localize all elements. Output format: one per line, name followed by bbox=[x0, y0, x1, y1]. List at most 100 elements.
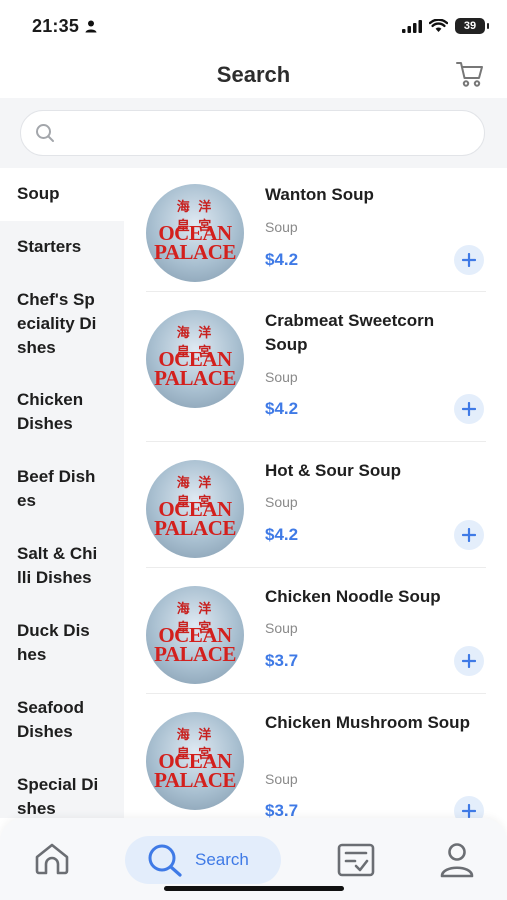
sidebar-item-starters[interactable]: Starters bbox=[0, 221, 124, 274]
plus-icon bbox=[462, 804, 476, 818]
sidebar-item-label: Soup bbox=[17, 184, 60, 203]
battery-icon: 39 bbox=[455, 18, 489, 34]
profile-icon bbox=[440, 843, 474, 878]
sidebar-item-label-line: Dishes bbox=[17, 722, 73, 741]
status-right: 39 bbox=[402, 18, 489, 34]
plus-icon bbox=[462, 528, 476, 542]
status-time: 21:35 bbox=[32, 15, 80, 36]
bottom-nav: Search bbox=[0, 818, 507, 900]
plus-icon bbox=[462, 402, 476, 416]
sidebar-item-label-line: shes bbox=[17, 799, 56, 818]
product-price: $4.2 bbox=[265, 250, 299, 269]
product-price: $4.2 bbox=[265, 525, 299, 544]
logo-brand: OCEAN PALACE bbox=[146, 751, 244, 791]
add-to-cart-button[interactable] bbox=[454, 646, 484, 676]
home-icon bbox=[35, 843, 69, 875]
logo-seal-text: 海 洋 bbox=[176, 728, 214, 743]
search-input[interactable] bbox=[63, 124, 470, 142]
logo-brand-line: PALACE bbox=[154, 516, 236, 540]
logo-brand: OCEAN PALACE bbox=[146, 349, 244, 390]
add-to-cart-button[interactable] bbox=[454, 520, 484, 550]
sidebar-item-text: Special Di shes bbox=[17, 773, 98, 818]
sidebar-item-label-line: Beef Dish bbox=[17, 467, 96, 486]
product-name: Crabmeat Sweetcorn Soup bbox=[265, 311, 435, 354]
sidebar-item-seafood-dishes[interactable]: Seafood Dishes bbox=[0, 682, 124, 759]
sidebar-item-chicken-dishes[interactable]: Chicken Dishes bbox=[0, 374, 124, 451]
product-item[interactable]: 海 洋皇 宮 OCEAN PALACE Chicken Mushroom Soup… bbox=[146, 694, 486, 818]
search-box[interactable] bbox=[20, 110, 485, 156]
nav-orders-button[interactable] bbox=[336, 842, 376, 878]
status-bar: 21:35 39 bbox=[0, 0, 507, 52]
product-item[interactable]: 海 洋皇 宮 OCEAN PALACE Crabmeat Sweetcorn So… bbox=[146, 292, 486, 442]
signal-icon bbox=[402, 19, 422, 33]
add-to-cart-button[interactable] bbox=[454, 394, 484, 424]
add-to-cart-button[interactable] bbox=[454, 245, 484, 275]
logo-brand-line: PALACE bbox=[154, 240, 236, 264]
logo-brand: OCEAN PALACE bbox=[146, 223, 244, 264]
logo-seal-text: 海 洋 bbox=[176, 476, 214, 491]
product-category: Soup bbox=[265, 369, 298, 385]
status-time-wrap: 21:35 bbox=[32, 16, 97, 37]
sidebar-item-text: Chef's Sp eciality Di shes bbox=[17, 288, 96, 360]
nav-home-button[interactable] bbox=[33, 842, 71, 876]
product-price: $4.2 bbox=[265, 399, 299, 418]
product-name: Wanton Soup bbox=[265, 185, 374, 204]
sidebar-item-beef-dishes[interactable]: Beef Dish es bbox=[0, 451, 124, 528]
product-image: 海 洋皇 宮 OCEAN PALACE bbox=[146, 310, 244, 408]
cart-button[interactable] bbox=[455, 60, 485, 88]
person-icon bbox=[85, 20, 97, 32]
sidebar-item-duck-dishes[interactable]: Duck Dis hes bbox=[0, 605, 124, 682]
logo-brand: OCEAN PALACE bbox=[146, 625, 244, 666]
category-sidebar: Soup Starters Chef's Sp eciality Di shes… bbox=[0, 168, 124, 818]
product-category: Soup bbox=[265, 494, 298, 510]
product-price: $3.7 bbox=[265, 801, 299, 818]
nav-search-label: Search bbox=[195, 850, 249, 869]
home-indicator bbox=[164, 886, 344, 891]
search-icon bbox=[36, 124, 54, 142]
search-bar-area bbox=[0, 98, 507, 168]
sidebar-item-text: Salt & Chi lli Dishes bbox=[17, 542, 97, 590]
sidebar-item-text: Starters bbox=[17, 235, 81, 259]
sidebar-item-salt-chilli-dishes[interactable]: Salt & Chi lli Dishes bbox=[0, 528, 124, 605]
sidebar-item-text: Soup bbox=[17, 182, 60, 206]
header: Search bbox=[0, 52, 507, 98]
product-image: 海 洋皇 宮 OCEAN PALACE bbox=[146, 460, 244, 558]
orders-icon bbox=[337, 843, 375, 877]
sidebar-item-text: Beef Dish es bbox=[17, 465, 95, 513]
search-icon bbox=[148, 844, 182, 877]
sidebar-item-text: Seafood Dishes bbox=[17, 696, 84, 744]
sidebar-item-label-line: lli Dishes bbox=[17, 568, 92, 587]
sidebar-item-label-line: hes bbox=[17, 645, 47, 664]
product-item[interactable]: 海 洋皇 宮 OCEAN PALACE Wanton Soup Soup $4.2 bbox=[146, 168, 486, 292]
nav-search-button[interactable]: Search bbox=[125, 836, 281, 884]
product-category: Soup bbox=[265, 219, 298, 235]
product-item[interactable]: 海 洋皇 宮 OCEAN PALACE Hot & Sour Soup Soup … bbox=[146, 442, 486, 568]
sidebar-item-chefs-speciality[interactable]: Chef's Sp eciality Di shes bbox=[0, 274, 124, 374]
cart-icon bbox=[456, 62, 483, 87]
product-name: Chicken Noodle Soup bbox=[265, 587, 441, 606]
logo-brand-line: PALACE bbox=[154, 642, 236, 666]
product-price: $3.7 bbox=[265, 651, 299, 670]
nav-profile-button[interactable] bbox=[438, 842, 476, 878]
sidebar-item-label: Starters bbox=[17, 237, 82, 256]
plus-icon bbox=[462, 654, 476, 668]
sidebar-item-label-line: Special Di bbox=[17, 775, 99, 794]
sidebar-item-text: Duck Dis hes bbox=[17, 619, 90, 667]
page-title: Search bbox=[216, 62, 291, 87]
sidebar-item-label-line: eciality Di bbox=[17, 314, 97, 333]
product-item[interactable]: 海 洋皇 宮 OCEAN PALACE Chicken Noodle Soup S… bbox=[146, 568, 486, 694]
sidebar-item-label-line: es bbox=[17, 491, 36, 510]
product-image: 海 洋皇 宮 OCEAN PALACE bbox=[146, 712, 244, 810]
logo-seal-text: 海 洋 bbox=[176, 602, 214, 617]
sidebar-item-special-dishes[interactable]: Special Di shes bbox=[0, 759, 124, 818]
product-category: Soup bbox=[265, 620, 298, 636]
sidebar-item-soup[interactable]: Soup bbox=[0, 168, 124, 221]
sidebar-item-label-line: Chicken bbox=[17, 390, 84, 409]
battery-level: 39 bbox=[463, 20, 477, 32]
product-image: 海 洋皇 宮 OCEAN PALACE bbox=[146, 586, 244, 684]
logo-brand-line: PALACE bbox=[154, 366, 236, 390]
logo-seal-text: 海 洋 bbox=[176, 326, 214, 341]
sidebar-item-label-line: Dishes bbox=[17, 414, 73, 433]
product-name: Hot & Sour Soup bbox=[265, 461, 401, 480]
add-to-cart-button[interactable] bbox=[454, 796, 484, 818]
